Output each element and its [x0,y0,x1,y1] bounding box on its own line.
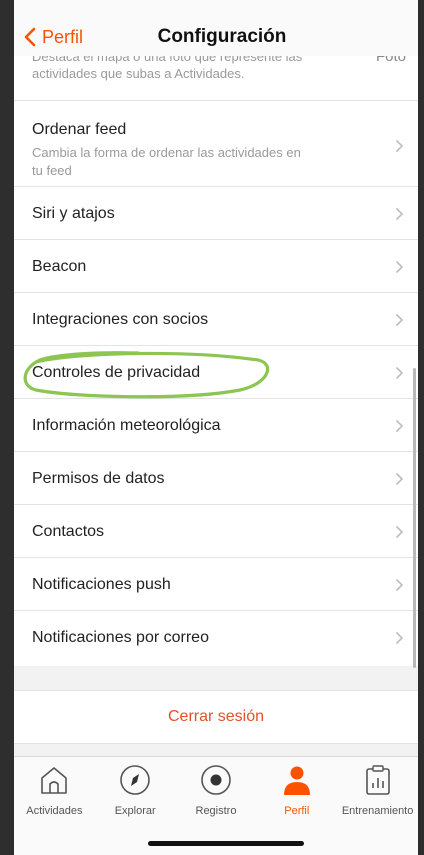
chevron-right-icon [395,139,404,153]
settings-screen: Perfil Configuración Destaca el mapa o u… [14,0,418,855]
record-icon [201,765,231,795]
section-spacer [14,666,418,690]
settings-row-meteorologica[interactable]: Información meteorológica [14,399,418,452]
tab-bar: Actividades Explorar Registro Perfil Ent… [14,756,418,826]
device-frame-left [0,0,14,855]
settings-row-label: Integraciones con socios [32,311,209,328]
chevron-right-icon [395,631,404,645]
logout-label: Cerrar sesión [167,708,265,725]
settings-row-label: Notificaciones push [32,576,171,593]
settings-row-privacidad[interactable]: Controles de privacidad [14,346,418,399]
tab-registro[interactable]: Registro [176,757,257,826]
settings-row-label: Información meteorológica [32,417,221,434]
chevron-right-icon [395,313,404,327]
chevron-right-icon [395,366,404,380]
tab-perfil[interactable]: Perfil [256,757,337,826]
settings-row-integraciones[interactable]: Integraciones con socios [14,293,418,346]
settings-row-contactos[interactable]: Contactos [14,505,418,558]
home-indicator[interactable] [148,841,304,846]
device-frame-right [418,0,424,855]
logout-button[interactable]: Cerrar sesión [14,690,418,744]
tab-actividades[interactable]: Actividades [14,757,95,826]
compass-icon [120,765,150,795]
home-icon [41,767,68,794]
map-photo-setting-row[interactable]: Destaca el mapa o una foto que represent… [14,56,418,101]
settings-row-ordenar-feed[interactable]: Ordenar feed Cambia la forma de ordenar … [14,101,418,187]
settings-row-label: Permisos de datos [32,470,165,487]
section-spacer [14,744,418,756]
settings-row-label: Siri y atajos [32,205,115,222]
chevron-right-icon [395,578,404,592]
settings-row-correo[interactable]: Notificaciones por correo [14,611,418,666]
tab-label: Perfil [284,805,310,817]
settings-row-label: Contactos [32,523,105,540]
settings-row-push[interactable]: Notificaciones push [14,558,418,611]
person-icon [283,766,310,795]
tab-label: Registro [195,805,237,817]
settings-row-label: Beacon [32,258,87,275]
settings-row-subtitle: Cambia la forma de ordenar las actividad… [32,145,301,178]
navigation-bar: Perfil Configuración [14,0,418,56]
highlight-circle [23,351,270,399]
settings-row-label: Notificaciones por correo [32,629,209,646]
tab-label: Explorar [114,805,156,817]
chevron-right-icon [395,472,404,486]
chevron-right-icon [395,525,404,539]
chevron-right-icon [395,260,404,274]
settings-row-siri[interactable]: Siri y atajos [14,187,418,240]
tab-label: Actividades [26,805,83,817]
chevron-right-icon [395,419,404,433]
setting-value: Foto [375,56,406,65]
tab-label: Entrenamiento [341,805,414,817]
settings-row-permisos[interactable]: Permisos de datos [14,452,418,505]
clipboard-chart-icon [365,765,390,795]
scrollbar[interactable] [413,368,416,668]
settings-row-beacon[interactable]: Beacon [14,240,418,293]
chevron-right-icon [395,207,404,221]
settings-list: Destaca el mapa o una foto que represent… [14,56,418,666]
page-title: Configuración [157,26,287,47]
tab-entrenamiento[interactable]: Entrenamiento [337,757,418,826]
settings-row-label: Ordenar feed [32,121,127,138]
setting-description: Destaca el mapa o una foto que represent… [32,56,303,81]
tab-explorar[interactable]: Explorar [95,757,176,826]
